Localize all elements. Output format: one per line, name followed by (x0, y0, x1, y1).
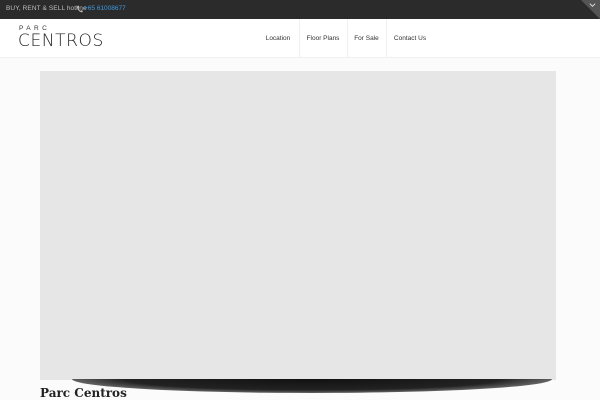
nav-item-contact-us[interactable]: Contact Us (387, 19, 433, 58)
nav-item-location[interactable]: Location (258, 19, 298, 58)
logo-wordmark: CENTROS (18, 31, 104, 51)
page-title: Parc Centros (40, 386, 127, 400)
nav-item-for-sale[interactable]: For Sale (348, 19, 385, 58)
chevron-down-icon[interactable] (589, 2, 596, 8)
site-header: PARC CENTROS Location Floor Plans For Sa… (0, 19, 600, 58)
top-bar: BUY, RENT & SELL hotline +65 61008677 (0, 0, 600, 19)
hero-media-placeholder (40, 71, 556, 380)
media-shadow (72, 379, 552, 393)
phone-icon (77, 6, 83, 13)
hotline-label: BUY, RENT & SELL hotline (6, 5, 87, 12)
nav-item-floor-plans[interactable]: Floor Plans (300, 19, 346, 58)
logo[interactable]: PARC CENTROS (18, 25, 103, 51)
hotline-phone-link[interactable]: +65 61008677 (84, 5, 126, 12)
